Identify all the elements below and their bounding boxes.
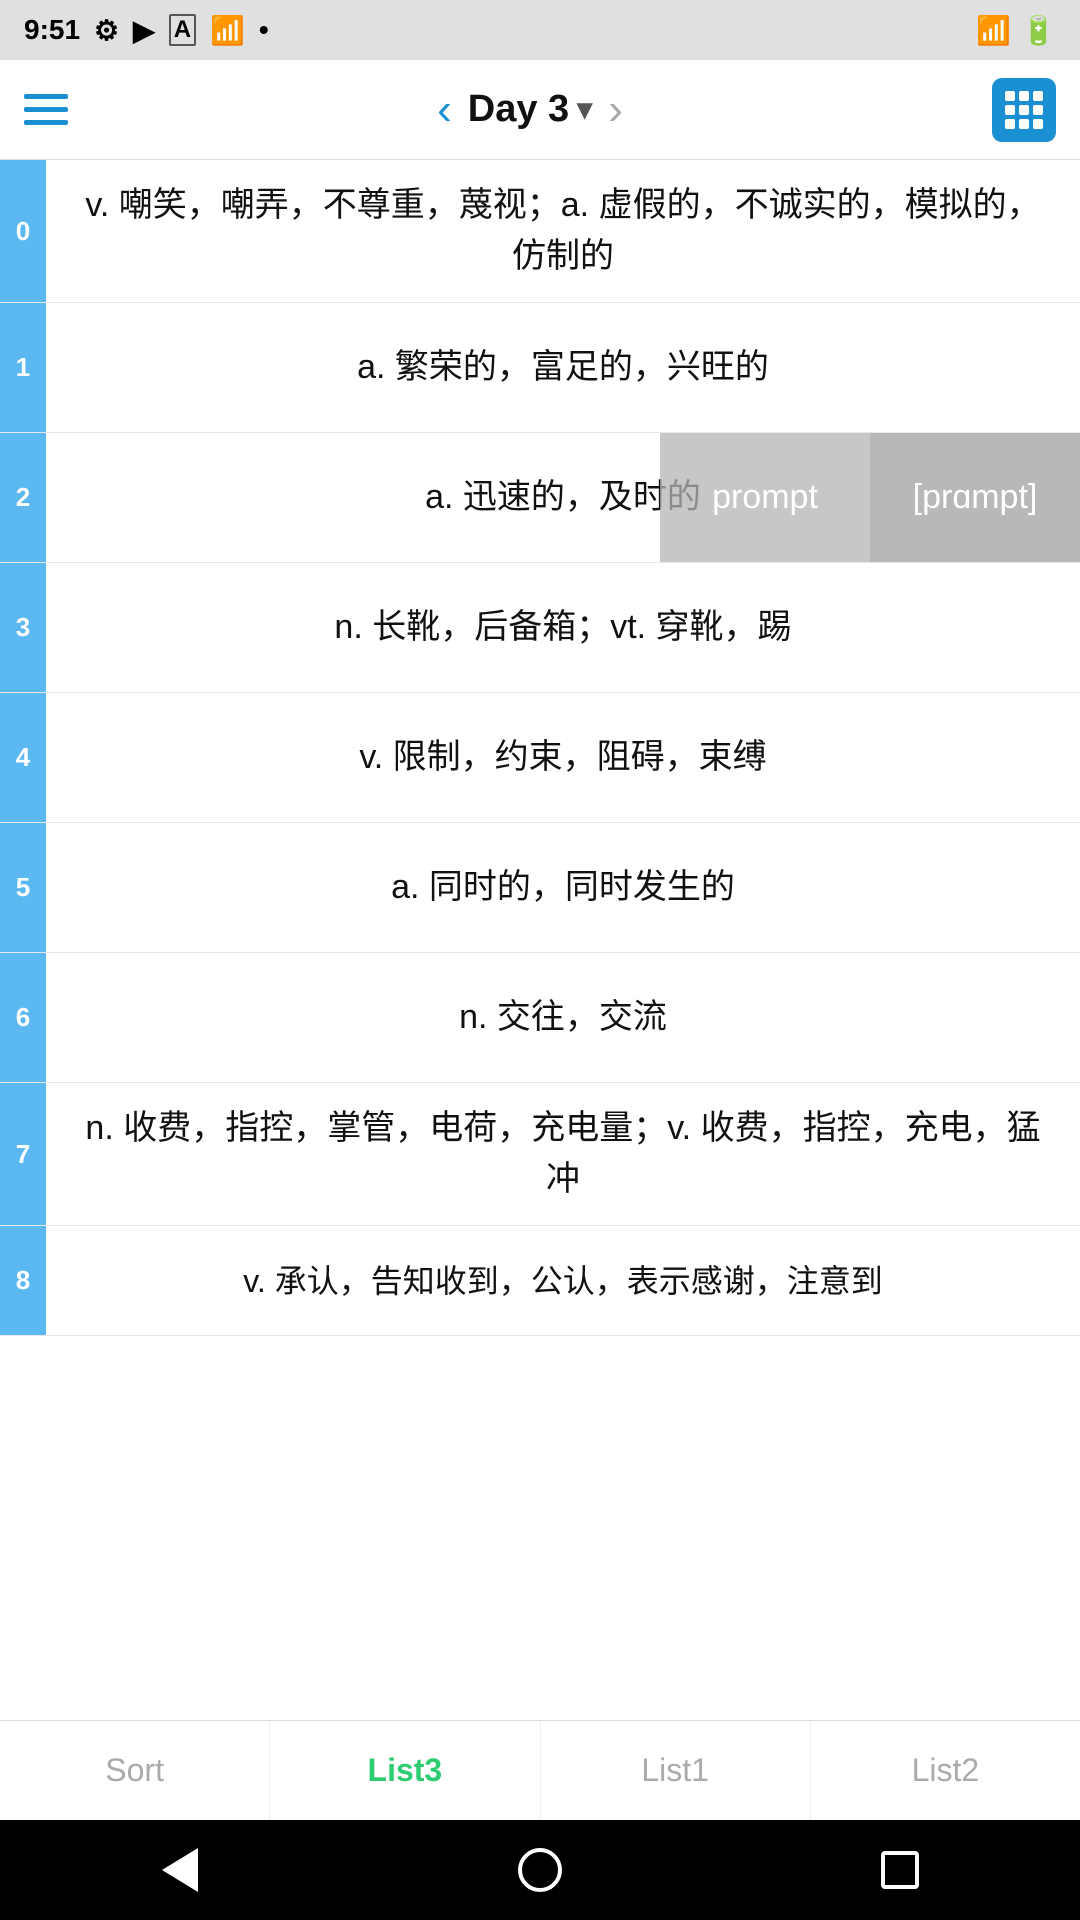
status-bar-right: 📶 🔋	[976, 14, 1056, 47]
word-definition: n. 收费，指控，掌管，电荷，充电量；v. 收费，指控，充电，猛冲	[46, 1083, 1080, 1225]
nav-home-button[interactable]	[510, 1840, 570, 1900]
prompt-phonetic: [prɑmpt]	[870, 433, 1080, 562]
word-index: 6	[0, 953, 46, 1082]
recents-icon	[881, 1851, 919, 1889]
word-index: 5	[0, 823, 46, 952]
word-index: 8	[0, 1226, 46, 1335]
word-row[interactable]: 6 n. 交往，交流	[0, 953, 1080, 1083]
tab-list1-label: List1	[641, 1752, 709, 1789]
nav-back-button[interactable]	[150, 1840, 210, 1900]
menu-button[interactable]	[24, 94, 68, 125]
tab-sort[interactable]: Sort	[0, 1721, 270, 1820]
tab-list2-label: List2	[912, 1752, 980, 1789]
tab-list1[interactable]: List1	[541, 1721, 811, 1820]
grid-view-button[interactable]	[992, 78, 1056, 142]
word-definition: a. 同时的，同时发生的	[46, 823, 1080, 952]
word-row[interactable]: 1 a. 繁荣的，富足的，兴旺的	[0, 303, 1080, 433]
word-row[interactable]: 0 v. 嘲笑，嘲弄，不尊重，蔑视；a. 虚假的，不诚实的，模拟的，仿制的	[0, 160, 1080, 303]
nav-recents-button[interactable]	[870, 1840, 930, 1900]
signal-icon: 📶	[976, 14, 1011, 47]
status-bar: 9:51 ⚙ ▶ A 📶 • 📶 🔋	[0, 0, 1080, 60]
word-index: 2	[0, 433, 46, 562]
word-index: 3	[0, 563, 46, 692]
word-list: 0 v. 嘲笑，嘲弄，不尊重，蔑视；a. 虚假的，不诚实的，模拟的，仿制的 1 …	[0, 160, 1080, 1720]
tab-list2[interactable]: List2	[811, 1721, 1080, 1820]
app-bar: ‹ Day 3 ▾ ›	[0, 60, 1080, 160]
word-row[interactable]: 3 n. 长靴，后备箱；vt. 穿靴，踢	[0, 563, 1080, 693]
word-row[interactable]: 8 v. 承认，告知收到，公认，表示感谢，注意到	[0, 1226, 1080, 1336]
word-row[interactable]: 5 a. 同时的，同时发生的	[0, 823, 1080, 953]
word-definition: n. 交往，交流	[46, 953, 1080, 1082]
word-row[interactable]: 7 n. 收费，指控，掌管，电荷，充电量；v. 收费，指控，充电，猛冲	[0, 1083, 1080, 1226]
word-index: 1	[0, 303, 46, 432]
word-row[interactable]: 2 a. 迅速的，及时的 prompt [prɑmpt]	[0, 433, 1080, 563]
prev-button[interactable]: ‹	[437, 85, 452, 135]
a-icon: A	[169, 14, 196, 46]
word-index: 4	[0, 693, 46, 822]
word-row[interactable]: 4 v. 限制，约束，阻碍，束缚	[0, 693, 1080, 823]
day-title[interactable]: Day 3 ▾	[468, 88, 592, 131]
word-definition: v. 限制，约束，阻碍，束缚	[46, 693, 1080, 822]
day-title-text: Day 3	[468, 88, 569, 131]
next-button[interactable]: ›	[608, 85, 623, 135]
prompt-word: prompt	[660, 433, 870, 562]
word-index: 0	[0, 160, 46, 302]
tab-sort-label: Sort	[105, 1752, 164, 1789]
play-icon: ▶	[133, 14, 155, 47]
dot-icon: •	[259, 14, 269, 46]
bottom-tabs: Sort List3 List1 List2	[0, 1720, 1080, 1820]
word-index: 7	[0, 1083, 46, 1225]
tab-list3[interactable]: List3	[270, 1721, 540, 1820]
word-definition: n. 长靴，后备箱；vt. 穿靴，踢	[46, 563, 1080, 692]
word-definition: a. 繁荣的，富足的，兴旺的	[46, 303, 1080, 432]
title-chevron: ▾	[577, 92, 592, 127]
status-time: 9:51	[24, 14, 80, 46]
tab-list3-label: List3	[368, 1752, 443, 1789]
wifi-icon: 📶	[210, 14, 245, 47]
word-definition: v. 承认，告知收到，公认，表示感谢，注意到	[46, 1226, 1080, 1335]
back-icon	[162, 1848, 198, 1892]
settings-icon: ⚙	[94, 14, 119, 47]
prompt-overlay: prompt [prɑmpt]	[660, 433, 1080, 562]
grid-icon	[1005, 91, 1043, 129]
word-definition: v. 嘲笑，嘲弄，不尊重，蔑视；a. 虚假的，不诚实的，模拟的，仿制的	[46, 160, 1080, 302]
android-nav	[0, 1820, 1080, 1920]
home-icon	[518, 1848, 562, 1892]
battery-icon: 🔋	[1021, 14, 1056, 47]
